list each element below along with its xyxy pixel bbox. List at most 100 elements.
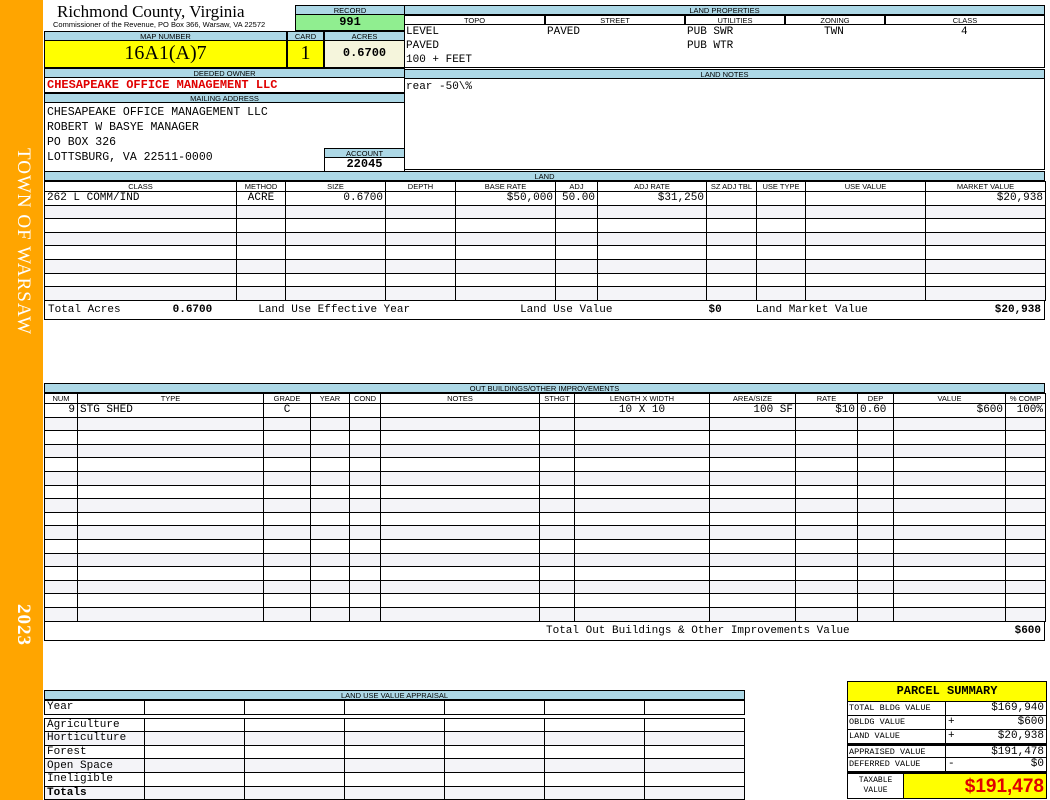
land-use-category: Ineligible bbox=[44, 771, 145, 787]
outbuilding-cell bbox=[795, 498, 858, 513]
outbuilding-row: 9 STG SHED C 10 X 10 100 SF $10 0.60 $600 100% bbox=[44, 403, 1046, 418]
land-use-year-row: Year bbox=[44, 700, 745, 715]
outbuildings-label: OUT BUILDINGS/OTHER IMPROVEMENTS bbox=[44, 383, 1045, 393]
outbuilding-cell bbox=[77, 593, 264, 608]
land-use-cell bbox=[344, 717, 445, 733]
outbuilding-cell bbox=[349, 579, 381, 595]
summary-label: LAND VALUE bbox=[848, 730, 946, 743]
outbuilding-cell bbox=[539, 552, 575, 568]
outbuilding-row bbox=[44, 457, 1046, 472]
land-row bbox=[44, 204, 1046, 220]
record-box: RECORD 991 bbox=[295, 5, 405, 31]
col-topo: TOPO bbox=[404, 15, 545, 25]
outbuilding-cell bbox=[44, 470, 78, 486]
outbuilding-cell bbox=[349, 511, 381, 527]
outbuilding-cell bbox=[574, 593, 710, 608]
summary-value: $191,478 bbox=[991, 746, 1044, 758]
card-number: 1 bbox=[287, 41, 324, 68]
land-cell bbox=[455, 258, 556, 274]
land-cell bbox=[555, 286, 598, 301]
outbuilding-cell bbox=[574, 579, 710, 595]
land-cell bbox=[236, 286, 286, 301]
outbuilding-cell bbox=[349, 416, 381, 432]
outbuilding-cell bbox=[77, 470, 264, 486]
outbuilding-cell bbox=[263, 470, 311, 486]
land-cell bbox=[236, 231, 286, 247]
outbuilding-cell bbox=[795, 566, 858, 581]
outbuilding-cell bbox=[349, 430, 381, 445]
land-properties: LAND PROPERTIES TOPO STREET UTILITIES ZO… bbox=[404, 5, 1045, 170]
land-cell bbox=[805, 245, 926, 260]
outbuilding-cell bbox=[349, 403, 381, 418]
outbuilding-cell bbox=[857, 484, 894, 500]
outbuilding-cell bbox=[574, 416, 710, 432]
land-use-cell bbox=[444, 758, 545, 773]
outbuilding-cell bbox=[857, 498, 894, 513]
land-use-cell bbox=[244, 785, 345, 800]
outbuilding-cell bbox=[310, 416, 350, 432]
county-title: Richmond County, Virginia bbox=[57, 2, 245, 21]
outbuilding-cell bbox=[574, 470, 710, 486]
outbuilding-cell: 0.60 bbox=[857, 403, 894, 418]
land-column-header: DEPTH bbox=[385, 181, 456, 192]
land-use-cell bbox=[244, 758, 345, 773]
outbuilding-cell bbox=[44, 511, 78, 527]
effective-year-label: Land Use Effective Year bbox=[258, 303, 411, 316]
land-cell bbox=[925, 272, 1046, 288]
outbuilding-cell bbox=[709, 579, 796, 595]
land-row bbox=[44, 245, 1046, 260]
outbuilding-cell bbox=[574, 430, 710, 445]
outbuilding-cell bbox=[574, 511, 710, 527]
outbuilding-cell bbox=[893, 538, 1006, 554]
outbuilding-cell bbox=[539, 470, 575, 486]
land-cell bbox=[555, 231, 598, 247]
outbuilding-cell bbox=[539, 430, 575, 445]
outbuilding-row bbox=[44, 443, 1046, 459]
land-cell bbox=[756, 218, 806, 233]
outbuilding-cell bbox=[380, 443, 540, 459]
outbuilding-cell bbox=[310, 606, 350, 622]
summary-row: LAND VALUE + $20,938 bbox=[848, 730, 1046, 744]
outbuilding-cell bbox=[893, 525, 1006, 540]
summary-value-cell: $191,478 bbox=[946, 746, 1046, 758]
outbuilding-cell bbox=[263, 593, 311, 608]
land-use-cell bbox=[644, 717, 745, 733]
land-use-row: Totals bbox=[44, 785, 745, 800]
outbuilding-cell bbox=[263, 416, 311, 432]
summary-value: $169,940 bbox=[991, 702, 1044, 714]
summary-row: APPRAISED VALUE $191,478 bbox=[848, 744, 1046, 758]
land-cell bbox=[597, 218, 707, 233]
land-cell bbox=[597, 245, 707, 260]
outbuilding-cell bbox=[380, 498, 540, 513]
summary-operator: - bbox=[948, 758, 955, 770]
outbuilding-cell bbox=[263, 511, 311, 527]
land-cell bbox=[756, 245, 806, 260]
outbuilding-row bbox=[44, 566, 1046, 581]
outbuilding-cell bbox=[263, 552, 311, 568]
land-cell bbox=[706, 272, 757, 288]
card-label: CARD bbox=[287, 31, 324, 41]
summary-value-cell: + $20,938 bbox=[946, 730, 1046, 743]
outbuilding-row bbox=[44, 484, 1046, 500]
outbuilding-cell bbox=[857, 552, 894, 568]
land-cell bbox=[44, 272, 237, 288]
outbuilding-cell bbox=[310, 498, 350, 513]
outbuilding-cell bbox=[1005, 552, 1046, 568]
outbuilding-cell bbox=[77, 443, 264, 459]
outbuilding-cell bbox=[857, 525, 894, 540]
land-cell bbox=[236, 245, 286, 260]
deeded-owner: CHESAPEAKE OFFICE MANAGEMENT LLC bbox=[44, 78, 405, 93]
summary-row: TOTAL BLDG VALUE $169,940 bbox=[848, 702, 1046, 716]
outbuilding-column-header: GRADE bbox=[263, 393, 311, 404]
acres-label: ACRES bbox=[324, 31, 405, 41]
year-cell bbox=[144, 700, 245, 715]
outbuilding-cell bbox=[1005, 498, 1046, 513]
land-cell bbox=[706, 286, 757, 301]
land-use-table: Agriculture Horticulture Forest Open Space I… bbox=[44, 717, 745, 800]
land-cell bbox=[285, 245, 386, 260]
outbuilding-cell bbox=[857, 470, 894, 486]
outbuilding-cell bbox=[380, 538, 540, 554]
land-use-cell bbox=[444, 717, 545, 733]
outbuilding-cell bbox=[709, 552, 796, 568]
land-use-row: Forest bbox=[44, 744, 745, 760]
